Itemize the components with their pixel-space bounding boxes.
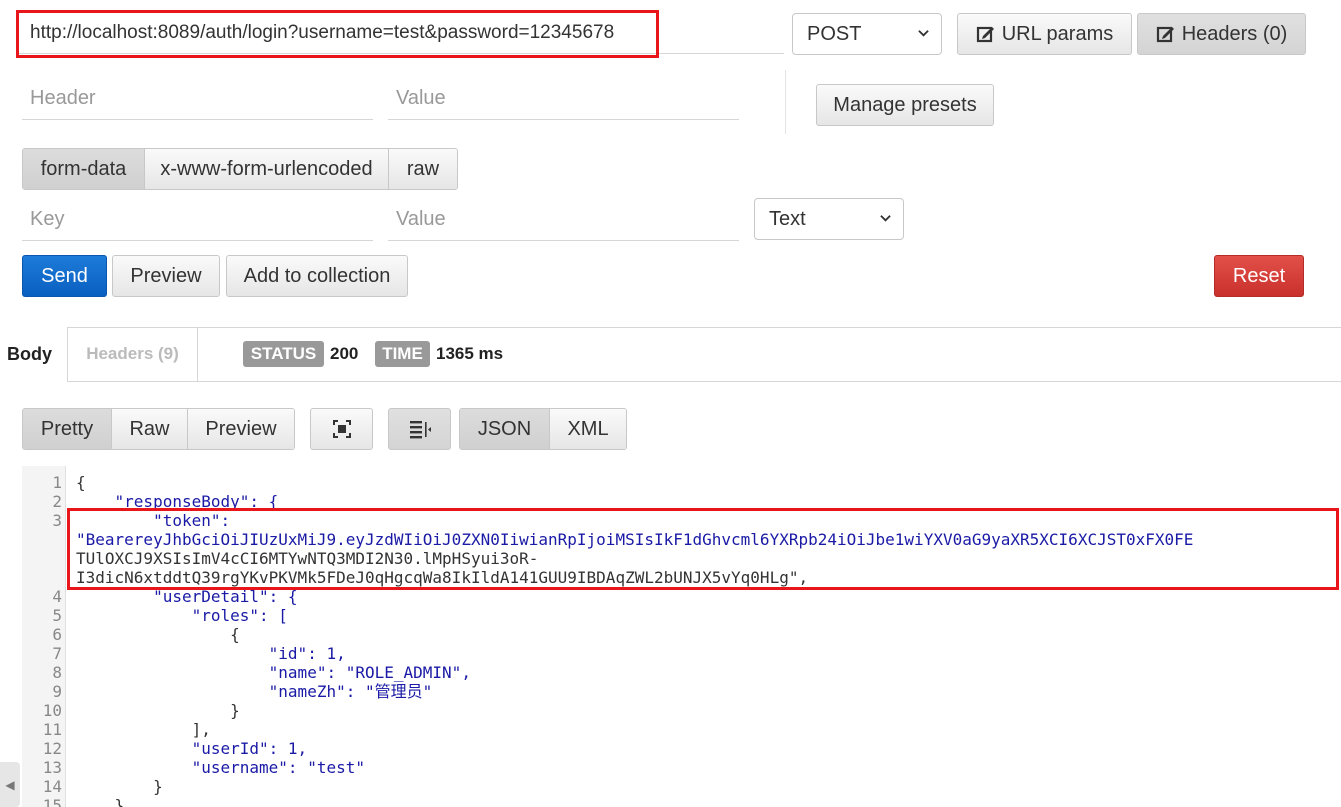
- fullscreen-icon: [332, 420, 351, 438]
- code-line: "roles": [: [76, 606, 288, 625]
- status-value: 200: [330, 344, 359, 363]
- wrap-lines-icon: [409, 421, 431, 439]
- reset-button[interactable]: Reset: [1214, 255, 1304, 297]
- wrap-lines-button[interactable]: [388, 408, 451, 450]
- header-input[interactable]: Header: [22, 78, 373, 120]
- token-highlight-box: [67, 508, 1339, 590]
- line-number: 3: [52, 511, 62, 530]
- line-number: 15: [42, 796, 62, 807]
- line-number: 14: [42, 777, 62, 796]
- tab-response-headers[interactable]: Headers (9): [68, 327, 198, 382]
- value-type-value: Text: [769, 207, 806, 230]
- divider: [785, 70, 786, 134]
- view-mode-tabs: Pretty Raw Preview: [22, 408, 295, 450]
- line-number: 12: [42, 739, 62, 758]
- format-tabs: JSON XML: [459, 408, 627, 450]
- tab-body[interactable]: Body: [0, 327, 68, 382]
- url-params-button[interactable]: URL params: [957, 13, 1132, 55]
- header-value-input[interactable]: Value: [388, 78, 739, 120]
- line-number: 10: [42, 701, 62, 720]
- tab-pretty[interactable]: Pretty: [23, 409, 112, 449]
- line-number: 9: [52, 682, 62, 701]
- code-line: "id": 1,: [76, 644, 346, 663]
- code-line: "userId": 1,: [76, 739, 308, 758]
- line-number: 2: [52, 492, 62, 511]
- line-number: 13: [42, 758, 62, 777]
- tabs-bottom-border: [198, 381, 1341, 382]
- chevron-down-icon: [880, 215, 891, 222]
- code-line: }: [76, 796, 125, 807]
- tab-json[interactable]: JSON: [460, 409, 550, 449]
- value-type-select[interactable]: Text: [754, 198, 904, 240]
- url-params-label: URL params: [1001, 22, 1114, 45]
- status-badge: STATUS: [243, 341, 324, 367]
- time-badge: TIME: [375, 341, 430, 367]
- tab-raw-view[interactable]: Raw: [112, 409, 188, 449]
- edit-icon: [1156, 26, 1174, 43]
- tab-form-data[interactable]: form-data: [23, 149, 145, 189]
- manage-presets-button[interactable]: Manage presets: [816, 84, 994, 126]
- line-number: 4: [52, 587, 62, 606]
- line-number: 1: [52, 473, 62, 492]
- line-number: 8: [52, 663, 62, 682]
- tab-raw[interactable]: raw: [389, 149, 457, 189]
- key-input[interactable]: Key: [22, 199, 373, 241]
- code-line: {: [76, 473, 86, 492]
- chevron-down-icon: [918, 30, 929, 37]
- line-number: 6: [52, 625, 62, 644]
- code-line: ],: [76, 720, 211, 739]
- url-highlight-box: [16, 10, 659, 58]
- response-top-border: [0, 327, 1341, 328]
- code-line: "name": "ROLE_ADMIN",: [76, 663, 471, 682]
- preview-button[interactable]: Preview: [112, 255, 220, 297]
- chevron-left-icon: ◀: [5, 777, 15, 792]
- headers-label: Headers (0): [1181, 22, 1288, 45]
- code-line: "nameZh": "管理员": [76, 682, 433, 701]
- send-button[interactable]: Send: [22, 255, 107, 297]
- line-number: 7: [52, 644, 62, 663]
- tab-xml[interactable]: XML: [550, 409, 626, 449]
- headers-button[interactable]: Headers (0): [1137, 13, 1306, 55]
- fullscreen-button[interactable]: [310, 408, 373, 450]
- tab-x-www-form-urlencoded[interactable]: x-www-form-urlencoded: [145, 149, 389, 189]
- add-to-collection-button[interactable]: Add to collection: [226, 255, 408, 297]
- method-select[interactable]: POST: [792, 13, 942, 55]
- code-line: {: [76, 625, 240, 644]
- edit-icon: [976, 26, 994, 43]
- time-value: 1365 ms: [436, 344, 504, 363]
- body-type-tabs: form-data x-www-form-urlencoded raw: [22, 148, 458, 190]
- collapse-sidebar-button[interactable]: ◀: [0, 762, 20, 807]
- line-number: 5: [52, 606, 62, 625]
- body-value-input[interactable]: Value: [388, 199, 739, 241]
- method-value: POST: [807, 22, 862, 45]
- code-line: }: [76, 777, 163, 796]
- line-number: 11: [42, 720, 62, 739]
- code-line: }: [76, 701, 240, 720]
- code-line: "username": "test": [76, 758, 365, 777]
- tab-preview-view[interactable]: Preview: [188, 409, 294, 449]
